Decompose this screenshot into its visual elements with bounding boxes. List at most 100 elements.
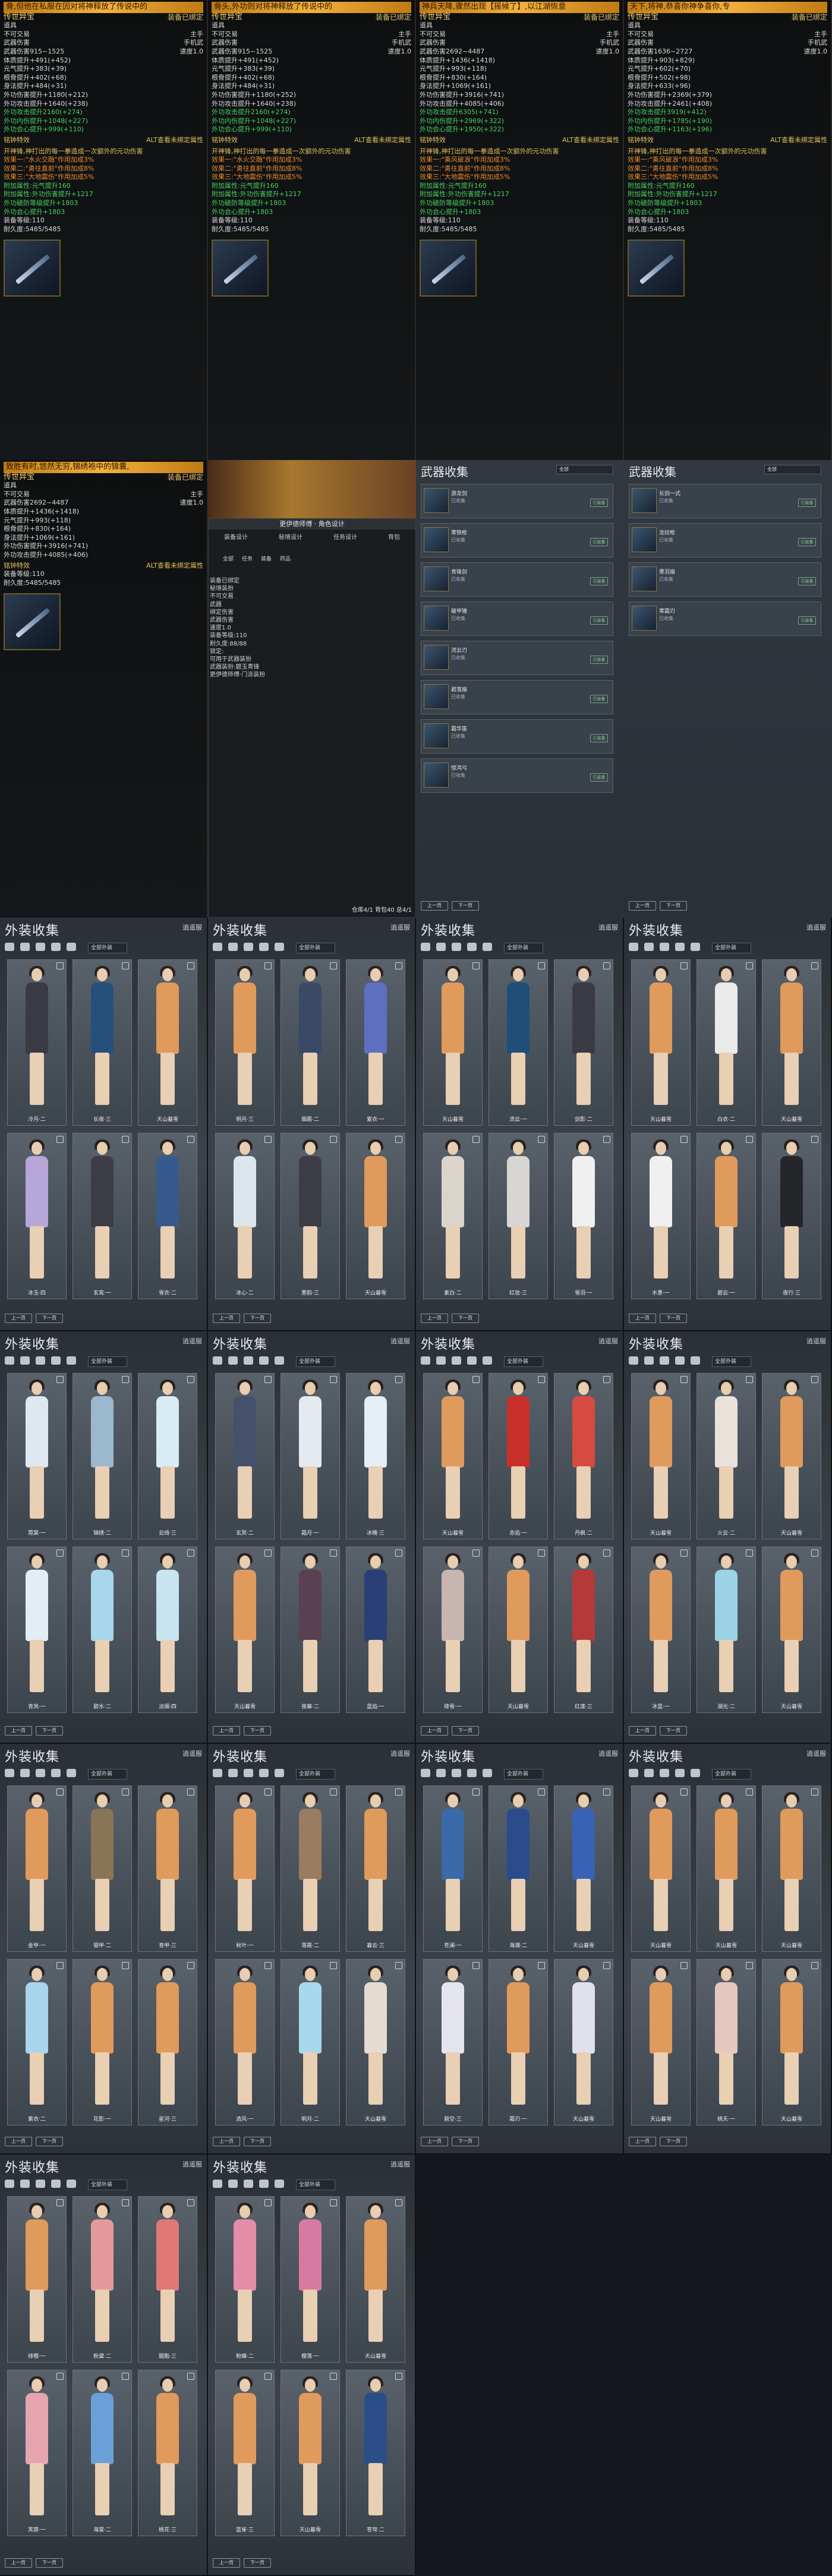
shoe-icon[interactable] — [660, 1769, 669, 1777]
cape-icon[interactable] — [67, 1769, 76, 1777]
weapon-row[interactable]: 墨羽扇 已收集 已装备 — [629, 562, 821, 597]
shoe-icon[interactable] — [36, 2180, 45, 2188]
select-checkbox-icon[interactable] — [811, 1962, 818, 1969]
outfit-type-button[interactable]: 逍遥服 — [390, 1336, 410, 1346]
outfit-card[interactable]: 天山暮雪 — [762, 1785, 821, 1952]
shoe-icon[interactable] — [36, 943, 45, 951]
belt-icon[interactable] — [675, 1769, 685, 1777]
weapon-row[interactable]: 寒霜刃 已收集 已装备 — [629, 602, 821, 636]
robe-icon[interactable] — [20, 1356, 30, 1365]
prev-page-button[interactable]: 上一页 — [213, 1314, 240, 1323]
cape-icon[interactable] — [275, 1356, 284, 1365]
outfit-card[interactable]: 天山暮雪 — [138, 959, 197, 1126]
shoe-icon[interactable] — [660, 943, 669, 951]
select-checkbox-icon[interactable] — [330, 1376, 337, 1383]
outfit-card[interactable]: 明月·二 — [281, 1959, 340, 2125]
select-checkbox-icon[interactable] — [811, 1788, 818, 1796]
outfit-card[interactable]: 胭脂·三 — [138, 2196, 197, 2363]
robe-icon[interactable] — [20, 1769, 30, 1777]
select-checkbox-icon[interactable] — [187, 962, 194, 969]
outfit-card[interactable]: 绯樱·一 — [7, 2196, 67, 2363]
outfit-card[interactable]: 绛雪·一 — [423, 1547, 483, 1713]
select-checkbox-icon[interactable] — [603, 1962, 610, 1969]
outfit-card[interactable]: 花影·一 — [73, 1959, 132, 2125]
select-checkbox-icon[interactable] — [187, 1962, 194, 1969]
select-checkbox-icon[interactable] — [472, 1962, 480, 1969]
select-checkbox-icon[interactable] — [187, 1136, 194, 1143]
select-checkbox-icon[interactable] — [56, 1962, 64, 1969]
outfit-card[interactable]: 天山暮雪 — [631, 959, 691, 1126]
select-checkbox-icon[interactable] — [746, 1550, 753, 1557]
outfit-card[interactable]: 天山暮雪 — [631, 1959, 691, 2125]
outfit-card[interactable]: 天山暮雪 — [631, 1785, 691, 1952]
select-checkbox-icon[interactable] — [746, 962, 753, 969]
outfit-card[interactable]: 樱落·一 — [281, 2196, 340, 2363]
outfit-filter-dropdown[interactable]: 全部外装 — [504, 1769, 543, 1780]
select-checkbox-icon[interactable] — [680, 962, 688, 969]
select-checkbox-icon[interactable] — [330, 1788, 337, 1796]
next-page-button[interactable]: 下一页 — [36, 1314, 63, 1323]
select-checkbox-icon[interactable] — [122, 962, 129, 969]
select-checkbox-icon[interactable] — [56, 2199, 64, 2206]
select-checkbox-icon[interactable] — [264, 1962, 272, 1969]
outfit-card[interactable]: 天山暮雪 — [346, 1959, 405, 2125]
outfit-card[interactable]: 银甲·二 — [73, 1785, 132, 1952]
prev-page-button[interactable]: 上一页 — [5, 2137, 32, 2146]
cape-icon[interactable] — [67, 943, 76, 951]
select-checkbox-icon[interactable] — [746, 1136, 753, 1143]
outfit-card[interactable]: 红莲·三 — [554, 1547, 613, 1713]
equip-button[interactable]: 已装备 — [798, 538, 816, 546]
outfit-card[interactable]: 夜行·三 — [762, 1133, 821, 1299]
outfit-filter-dropdown[interactable]: 全部外装 — [712, 1769, 751, 1780]
select-checkbox-icon[interactable] — [264, 1550, 272, 1557]
outfit-card[interactable]: 湖光·二 — [697, 1547, 756, 1713]
outfit-type-button[interactable]: 逍遥服 — [390, 1749, 410, 1758]
outfit-type-button[interactable]: 逍遥服 — [806, 1336, 826, 1346]
outfit-card[interactable]: 海棠·二 — [73, 2370, 132, 2536]
prev-page-button[interactable]: 上一页 — [629, 901, 656, 911]
select-checkbox-icon[interactable] — [395, 962, 402, 969]
outfit-card[interactable]: 冰玉·四 — [7, 1133, 67, 1299]
prev-page-button[interactable]: 上一页 — [5, 2558, 32, 2568]
outfit-card[interactable]: 赤焰·一 — [489, 1373, 548, 1539]
shoe-icon[interactable] — [244, 943, 253, 951]
outfit-card[interactable]: 天山暮雪 — [762, 1547, 821, 1713]
select-checkbox-icon[interactable] — [395, 1376, 402, 1383]
outfit-card[interactable]: 冰心·二 — [215, 1133, 275, 1299]
select-checkbox-icon[interactable] — [538, 1550, 545, 1557]
next-page-button[interactable]: 下一页 — [452, 901, 479, 911]
outfit-type-button[interactable]: 逍遥服 — [182, 922, 202, 932]
bag-tab[interactable]: 秘境设计 — [279, 532, 302, 541]
select-checkbox-icon[interactable] — [122, 2373, 129, 2380]
outfit-card[interactable]: 秋叶·一 — [215, 1785, 275, 1952]
outfit-card[interactable]: 冰魄·三 — [346, 1373, 405, 1539]
prev-page-button[interactable]: 上一页 — [213, 1726, 240, 1736]
hat-icon[interactable] — [5, 943, 14, 951]
outfit-type-button[interactable]: 逍遥服 — [806, 1749, 826, 1758]
select-checkbox-icon[interactable] — [811, 962, 818, 969]
select-checkbox-icon[interactable] — [811, 1550, 818, 1557]
equip-button[interactable]: 已装备 — [590, 499, 608, 507]
select-checkbox-icon[interactable] — [122, 1376, 129, 1383]
outfit-card[interactable]: 青岚·一 — [7, 1547, 67, 1713]
belt-icon[interactable] — [467, 1769, 477, 1777]
select-checkbox-icon[interactable] — [395, 1550, 402, 1557]
outfit-card[interactable]: 流云·一 — [489, 959, 548, 1126]
belt-icon[interactable] — [259, 2180, 269, 2188]
outfit-card[interactable]: 红妆·三 — [489, 1133, 548, 1299]
select-checkbox-icon[interactable] — [811, 1376, 818, 1383]
outfit-filter-dropdown[interactable]: 全部外装 — [504, 943, 543, 953]
outfit-card[interactable]: 雪衣·二 — [138, 1133, 197, 1299]
bag-tab[interactable]: 背包 — [388, 532, 400, 541]
shoe-icon[interactable] — [452, 1769, 461, 1777]
belt-icon[interactable] — [675, 943, 685, 951]
hat-icon[interactable] — [629, 943, 638, 951]
select-checkbox-icon[interactable] — [264, 1788, 272, 1796]
equip-button[interactable]: 已装备 — [590, 695, 608, 703]
outfit-card[interactable]: 天山暮雪 — [762, 959, 821, 1126]
select-checkbox-icon[interactable] — [538, 962, 545, 969]
select-checkbox-icon[interactable] — [122, 1788, 129, 1796]
select-checkbox-icon[interactable] — [330, 2199, 337, 2206]
next-page-button[interactable]: 下一页 — [244, 2558, 271, 2568]
select-checkbox-icon[interactable] — [330, 962, 337, 969]
